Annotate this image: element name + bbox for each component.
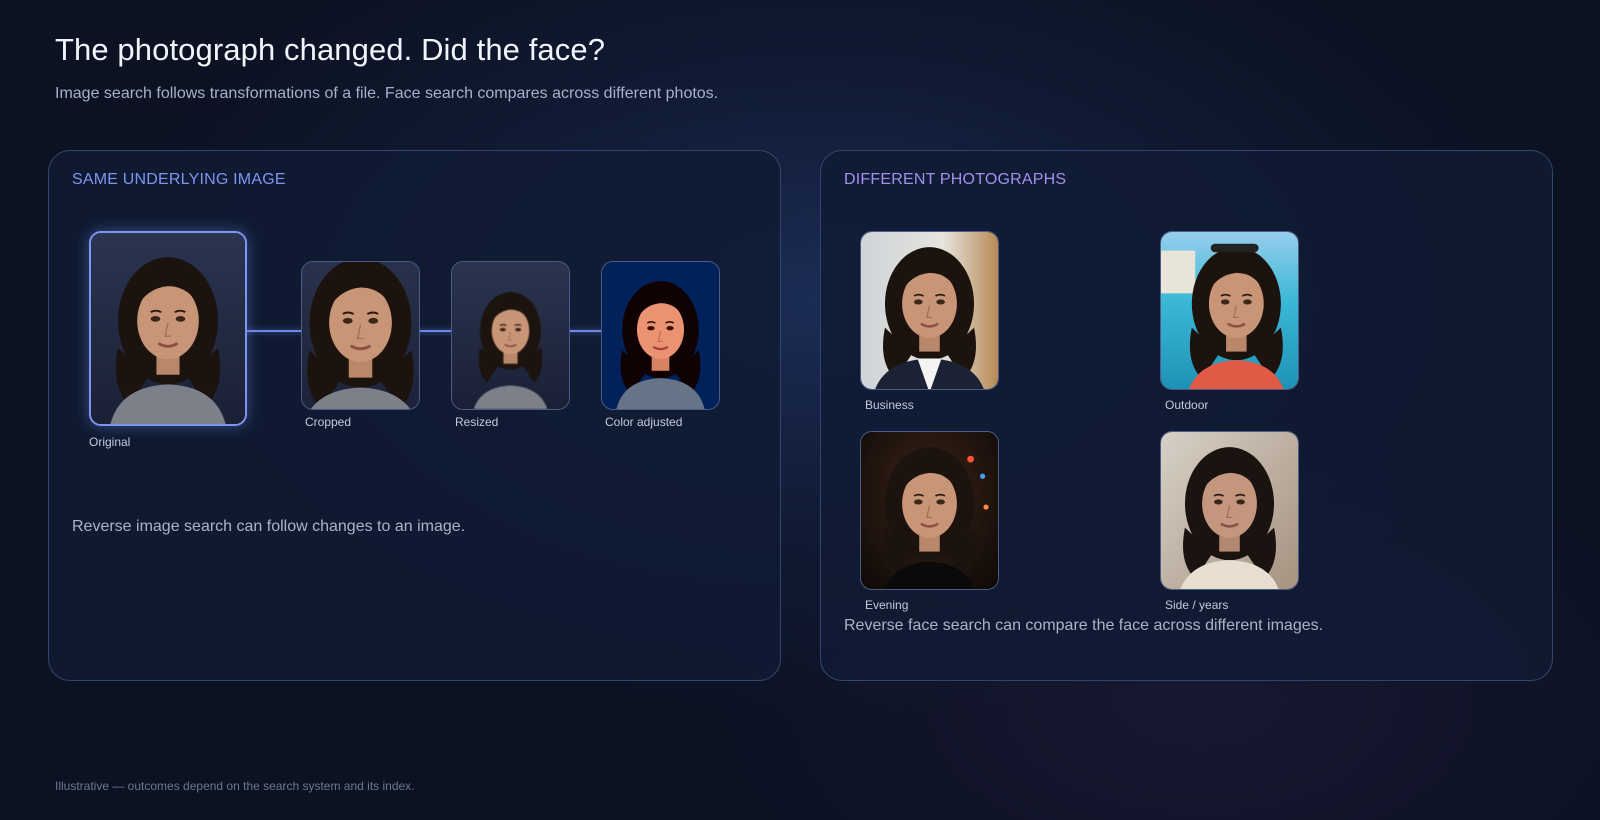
portrait-image [861, 432, 998, 589]
portrait-image [452, 262, 569, 409]
outdoor-label: Outdoor [1165, 398, 1209, 412]
panel-caption: Reverse face search can compare the face… [844, 617, 1324, 634]
evening-photo[interactable] [860, 431, 999, 590]
business-photo[interactable] [860, 231, 999, 390]
portrait-image [1161, 432, 1298, 589]
original-label: Original [89, 435, 131, 449]
resized-photo[interactable] [451, 261, 570, 410]
portrait-image [861, 232, 998, 389]
portrait-image [602, 262, 719, 409]
page-subtitle: Image search follows transformations of … [55, 85, 719, 102]
side-years-label: Side / years [1165, 598, 1229, 612]
cropped-photo[interactable] [301, 261, 420, 410]
same-image-panel: SAME UNDERLYING IMAGE Original Cropped R… [48, 150, 781, 681]
original-photo[interactable] [89, 231, 247, 426]
panel-caption: Reverse image search can follow changes … [72, 518, 466, 535]
panel-heading: SAME UNDERLYING IMAGE [72, 171, 286, 188]
different-photos-panel: DIFFERENT PHOTOGRAPHS Business Outdoor E… [820, 150, 1553, 681]
color-adjusted-photo[interactable] [601, 261, 720, 410]
outdoor-photo[interactable] [1160, 231, 1299, 390]
business-label: Business [865, 398, 914, 412]
portrait-image [302, 262, 419, 409]
color-adjusted-label: Color adjusted [605, 415, 683, 429]
evening-label: Evening [865, 598, 909, 612]
page-title: The photograph changed. Did the face? [55, 32, 606, 67]
panel-heading: DIFFERENT PHOTOGRAPHS [844, 171, 1067, 188]
resized-label: Resized [455, 415, 499, 429]
portrait-image [91, 233, 245, 424]
footnote: Illustrative — outcomes depend on the se… [55, 779, 415, 793]
cropped-label: Cropped [305, 415, 352, 429]
portrait-image [1161, 232, 1298, 389]
side-years-photo[interactable] [1160, 431, 1299, 590]
